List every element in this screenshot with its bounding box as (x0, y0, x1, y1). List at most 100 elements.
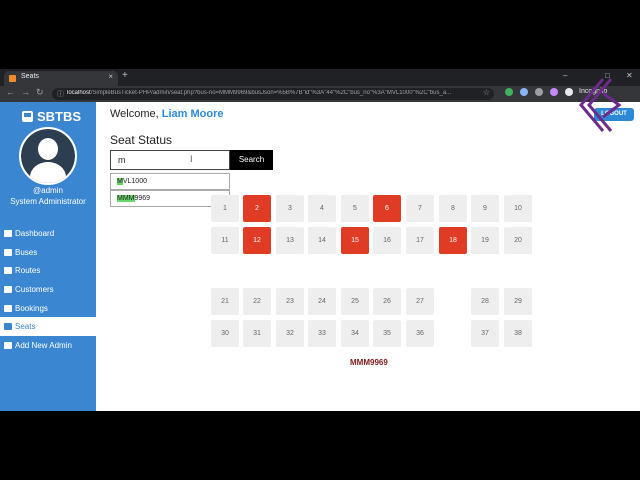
seat-booked[interactable]: 6 (373, 195, 401, 222)
extension-icon[interactable] (505, 88, 513, 96)
seat-available[interactable]: 31 (243, 320, 271, 347)
sidebar-item-add-new-admin[interactable]: Add New Admin (0, 336, 96, 355)
extension-icon[interactable] (520, 88, 528, 96)
seat-available[interactable]: 37 (471, 320, 499, 347)
tachometer-icon (4, 229, 12, 237)
welcome-message: Welcome, Liam Moore (110, 108, 224, 120)
extensions-puzzle-icon[interactable] (565, 88, 573, 96)
page-title: Seat Status (110, 133, 173, 147)
url-path: /SimpleBusTicket-PHP/admin/seat.php?bus-… (90, 90, 452, 96)
extension-icon[interactable] (535, 88, 543, 96)
sidebar-item-dashboard[interactable]: Dashboard (0, 224, 96, 243)
seat-available[interactable]: 35 (373, 320, 401, 347)
sidebar: SBTBS @admin System Administrator Dashbo… (0, 102, 96, 411)
browser-tab[interactable]: Seats × (4, 71, 118, 86)
seat-available[interactable]: 3 (276, 195, 304, 222)
sidebar-item-label: Dashboard (15, 228, 55, 238)
seat-available[interactable]: 26 (373, 288, 401, 315)
seat-booked[interactable]: 2 (243, 195, 271, 222)
seat-available[interactable]: 10 (504, 195, 532, 222)
favicon-icon (9, 75, 16, 82)
sidebar-item-buses[interactable]: Buses (0, 243, 96, 262)
sidebar-item-label: Routes (15, 266, 41, 276)
grid-icon (4, 323, 12, 331)
username: @admin (33, 186, 63, 195)
seat-available[interactable]: 32 (276, 320, 304, 347)
seat-available[interactable]: 27 (406, 288, 434, 315)
seat-booked[interactable]: 18 (439, 227, 467, 254)
seat-available[interactable]: 11 (211, 227, 239, 254)
seat-available[interactable]: 16 (373, 227, 401, 254)
seat-available[interactable]: 14 (308, 227, 336, 254)
seat-available[interactable]: 38 (504, 320, 532, 347)
seat-available[interactable]: 19 (471, 227, 499, 254)
brand-name: SBTBS (37, 109, 82, 124)
seat-available[interactable]: 5 (341, 195, 369, 222)
seat-available[interactable]: 9 (471, 195, 499, 222)
suggestion-rest: VL1000 (122, 178, 147, 185)
forward-button[interactable]: → (21, 87, 30, 97)
text-cursor-icon: I (190, 154, 193, 164)
avatar (19, 127, 77, 185)
welcome-text: Welcome, (110, 108, 159, 120)
seat-booked[interactable]: 12 (243, 227, 271, 254)
page-content: SBTBS @admin System Administrator Dashbo… (0, 78, 640, 411)
seat-available[interactable]: 4 (308, 195, 336, 222)
user-plus-icon (4, 341, 12, 349)
tab-title: Seats (21, 73, 39, 80)
minimize-button[interactable]: – (563, 71, 567, 80)
sidebar-item-label: Bookings (15, 303, 48, 313)
search-button[interactable]: Search (230, 150, 273, 170)
seat-available[interactable]: 13 (276, 227, 304, 254)
address-bar[interactable]: ⓘ localhost/SimpleBusTicket-PHP/admin/se… (52, 88, 494, 100)
seat-available[interactable]: 7 (406, 195, 434, 222)
new-tab-button[interactable]: + (122, 70, 128, 81)
sidebar-item-label: Seats (15, 322, 36, 332)
reload-button[interactable]: ↻ (36, 87, 44, 98)
browser-tab-bar: Seats × (0, 69, 640, 86)
seat-available[interactable]: 29 (504, 288, 532, 315)
suggestion-rest: 9969 (134, 195, 151, 202)
seat-available[interactable]: 23 (276, 288, 304, 315)
seat-available[interactable]: 24 (308, 288, 336, 315)
sidebar-item-routes[interactable]: Routes (0, 261, 96, 280)
back-button[interactable]: ← (6, 87, 15, 97)
user-role: System Administrator (10, 197, 86, 206)
seat-available[interactable]: 30 (211, 320, 239, 347)
seat-available[interactable]: 1 (211, 195, 239, 222)
ticket-icon (4, 304, 12, 312)
seat-available[interactable]: 8 (439, 195, 467, 222)
url-host: localhost (67, 90, 91, 96)
seat-available[interactable]: 21 (211, 288, 239, 315)
chevron-logo-icon (579, 78, 622, 132)
seat-available[interactable]: 22 (243, 288, 271, 315)
sidebar-item-label: Add New Admin (15, 340, 72, 350)
seat-available[interactable]: 17 (406, 227, 434, 254)
site-info-icon[interactable]: ⓘ (57, 89, 64, 99)
bus-number-label: MMM9969 (350, 358, 388, 367)
seat-available[interactable]: 36 (406, 320, 434, 347)
bus-search-input[interactable]: m (110, 150, 230, 170)
tab-close-icon[interactable]: × (108, 72, 113, 81)
sidebar-item-bookings[interactable]: Bookings (0, 299, 96, 318)
seat-available[interactable]: 25 (341, 288, 369, 315)
sidebar-item-customers[interactable]: Customers (0, 280, 96, 299)
sidebar-menu: Dashboard Buses Routes Customers Booking… (0, 224, 96, 355)
extension-icon[interactable] (550, 88, 558, 96)
bookmark-star-icon[interactable]: ☆ (483, 88, 490, 97)
autocomplete-item[interactable]: MVL1000 (110, 173, 230, 190)
bus-logo-icon (22, 111, 33, 122)
bus-icon (4, 248, 12, 256)
brand[interactable]: SBTBS (22, 109, 81, 124)
seat-available[interactable]: 34 (341, 320, 369, 347)
seat-available[interactable]: 33 (308, 320, 336, 347)
road-icon (4, 267, 12, 275)
sidebar-item-seats[interactable]: Seats (0, 317, 96, 337)
seat-booked[interactable]: 15 (341, 227, 369, 254)
seat-available[interactable]: 20 (504, 227, 532, 254)
sidebar-item-label: Buses (15, 247, 38, 257)
suggestion-match: MMM (117, 195, 135, 202)
seat-available[interactable]: 28 (471, 288, 499, 315)
sidebar-item-label: Customers (15, 284, 54, 294)
user-name: Liam Moore (161, 108, 224, 120)
